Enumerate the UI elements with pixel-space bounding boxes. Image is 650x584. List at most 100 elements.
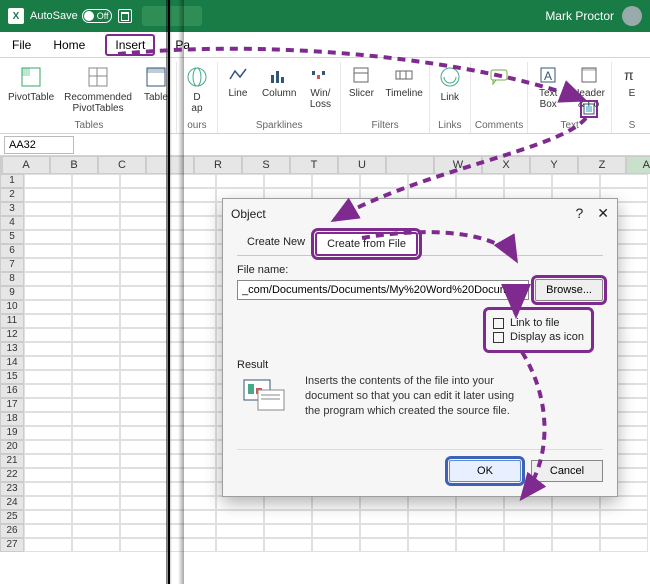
cell[interactable] xyxy=(24,244,72,258)
cancel-button[interactable]: Cancel xyxy=(531,460,603,482)
cell[interactable] xyxy=(264,538,312,552)
cell[interactable] xyxy=(168,538,216,552)
column-header[interactable]: A xyxy=(2,156,50,174)
row-header[interactable]: 16 xyxy=(0,384,24,398)
browse-button[interactable]: Browse... xyxy=(535,279,603,301)
cell[interactable] xyxy=(72,216,120,230)
cell[interactable] xyxy=(72,244,120,258)
cell[interactable] xyxy=(120,356,168,370)
cell[interactable] xyxy=(72,328,120,342)
cell[interactable] xyxy=(168,300,216,314)
column-header[interactable]: Y xyxy=(530,156,578,174)
cell[interactable] xyxy=(72,202,120,216)
cell[interactable] xyxy=(72,538,120,552)
row-header[interactable]: 19 xyxy=(0,426,24,440)
cell[interactable] xyxy=(120,244,168,258)
tab-page-layout[interactable]: Pa xyxy=(173,34,192,56)
textbox-button[interactable]: AText Box xyxy=(532,62,564,112)
cell[interactable] xyxy=(72,398,120,412)
cell[interactable] xyxy=(168,202,216,216)
row-header[interactable]: 2 xyxy=(0,188,24,202)
cell[interactable] xyxy=(24,496,72,510)
cell[interactable] xyxy=(72,468,120,482)
filename-input[interactable] xyxy=(237,280,529,300)
cell[interactable] xyxy=(24,440,72,454)
cell[interactable] xyxy=(456,510,504,524)
row-header[interactable]: 5 xyxy=(0,230,24,244)
row-header[interactable]: 24 xyxy=(0,496,24,510)
cell[interactable] xyxy=(456,524,504,538)
cell[interactable] xyxy=(312,524,360,538)
cell[interactable] xyxy=(24,202,72,216)
cell[interactable] xyxy=(552,174,600,188)
recommended-pivot-button[interactable]: Recommended PivotTables xyxy=(62,62,134,116)
column-header[interactable] xyxy=(386,156,434,174)
row-header[interactable]: 8 xyxy=(0,272,24,286)
cell[interactable] xyxy=(408,538,456,552)
row-header[interactable]: 12 xyxy=(0,328,24,342)
cell[interactable] xyxy=(72,174,120,188)
row-header[interactable]: 7 xyxy=(0,258,24,272)
cell[interactable] xyxy=(24,216,72,230)
column-header[interactable]: U xyxy=(338,156,386,174)
cell[interactable] xyxy=(120,524,168,538)
tab-create-from-file[interactable]: Create from File xyxy=(315,232,418,256)
cell[interactable] xyxy=(72,412,120,426)
cell[interactable] xyxy=(120,510,168,524)
cell[interactable] xyxy=(24,398,72,412)
cell[interactable] xyxy=(456,538,504,552)
cell[interactable] xyxy=(120,426,168,440)
cell[interactable] xyxy=(408,174,456,188)
row-header[interactable]: 18 xyxy=(0,412,24,426)
cell[interactable] xyxy=(24,454,72,468)
cell[interactable] xyxy=(24,384,72,398)
cell[interactable] xyxy=(600,174,648,188)
cell[interactable] xyxy=(312,496,360,510)
cell[interactable] xyxy=(72,440,120,454)
cell[interactable] xyxy=(24,272,72,286)
help-button[interactable]: ? xyxy=(575,205,583,222)
cell[interactable] xyxy=(120,230,168,244)
row-header[interactable]: 23 xyxy=(0,482,24,496)
cell[interactable] xyxy=(456,496,504,510)
cell[interactable] xyxy=(120,188,168,202)
cell[interactable] xyxy=(168,496,216,510)
cell[interactable] xyxy=(168,524,216,538)
cell[interactable] xyxy=(264,496,312,510)
cell[interactable] xyxy=(120,398,168,412)
cell[interactable] xyxy=(72,286,120,300)
cell[interactable] xyxy=(216,174,264,188)
cell[interactable] xyxy=(24,412,72,426)
cell[interactable] xyxy=(24,524,72,538)
cell[interactable] xyxy=(24,426,72,440)
column-header[interactable]: R xyxy=(194,156,242,174)
cell[interactable] xyxy=(24,482,72,496)
cell[interactable] xyxy=(168,244,216,258)
cell[interactable] xyxy=(120,482,168,496)
link-to-file-checkbox[interactable]: Link to file xyxy=(493,317,584,329)
cell[interactable] xyxy=(24,230,72,244)
cell[interactable] xyxy=(552,510,600,524)
cell[interactable] xyxy=(504,174,552,188)
cell[interactable] xyxy=(168,426,216,440)
cell[interactable] xyxy=(72,384,120,398)
cell[interactable] xyxy=(168,398,216,412)
cell[interactable] xyxy=(168,230,216,244)
save-icon[interactable] xyxy=(118,9,132,23)
link-button[interactable]: Link xyxy=(434,62,466,105)
column-header[interactable]: W xyxy=(434,156,482,174)
timeline-button[interactable]: Timeline xyxy=(383,62,424,101)
cell[interactable] xyxy=(24,258,72,272)
cell[interactable] xyxy=(72,454,120,468)
column-header[interactable]: T xyxy=(290,156,338,174)
cell[interactable] xyxy=(168,482,216,496)
column-header[interactable]: C xyxy=(98,156,146,174)
tab-insert[interactable]: Insert xyxy=(105,34,155,56)
cell[interactable] xyxy=(168,272,216,286)
cell[interactable] xyxy=(168,342,216,356)
cell[interactable] xyxy=(24,468,72,482)
cell[interactable] xyxy=(168,440,216,454)
row-header[interactable]: 9 xyxy=(0,286,24,300)
cell[interactable] xyxy=(120,440,168,454)
cell[interactable] xyxy=(168,258,216,272)
